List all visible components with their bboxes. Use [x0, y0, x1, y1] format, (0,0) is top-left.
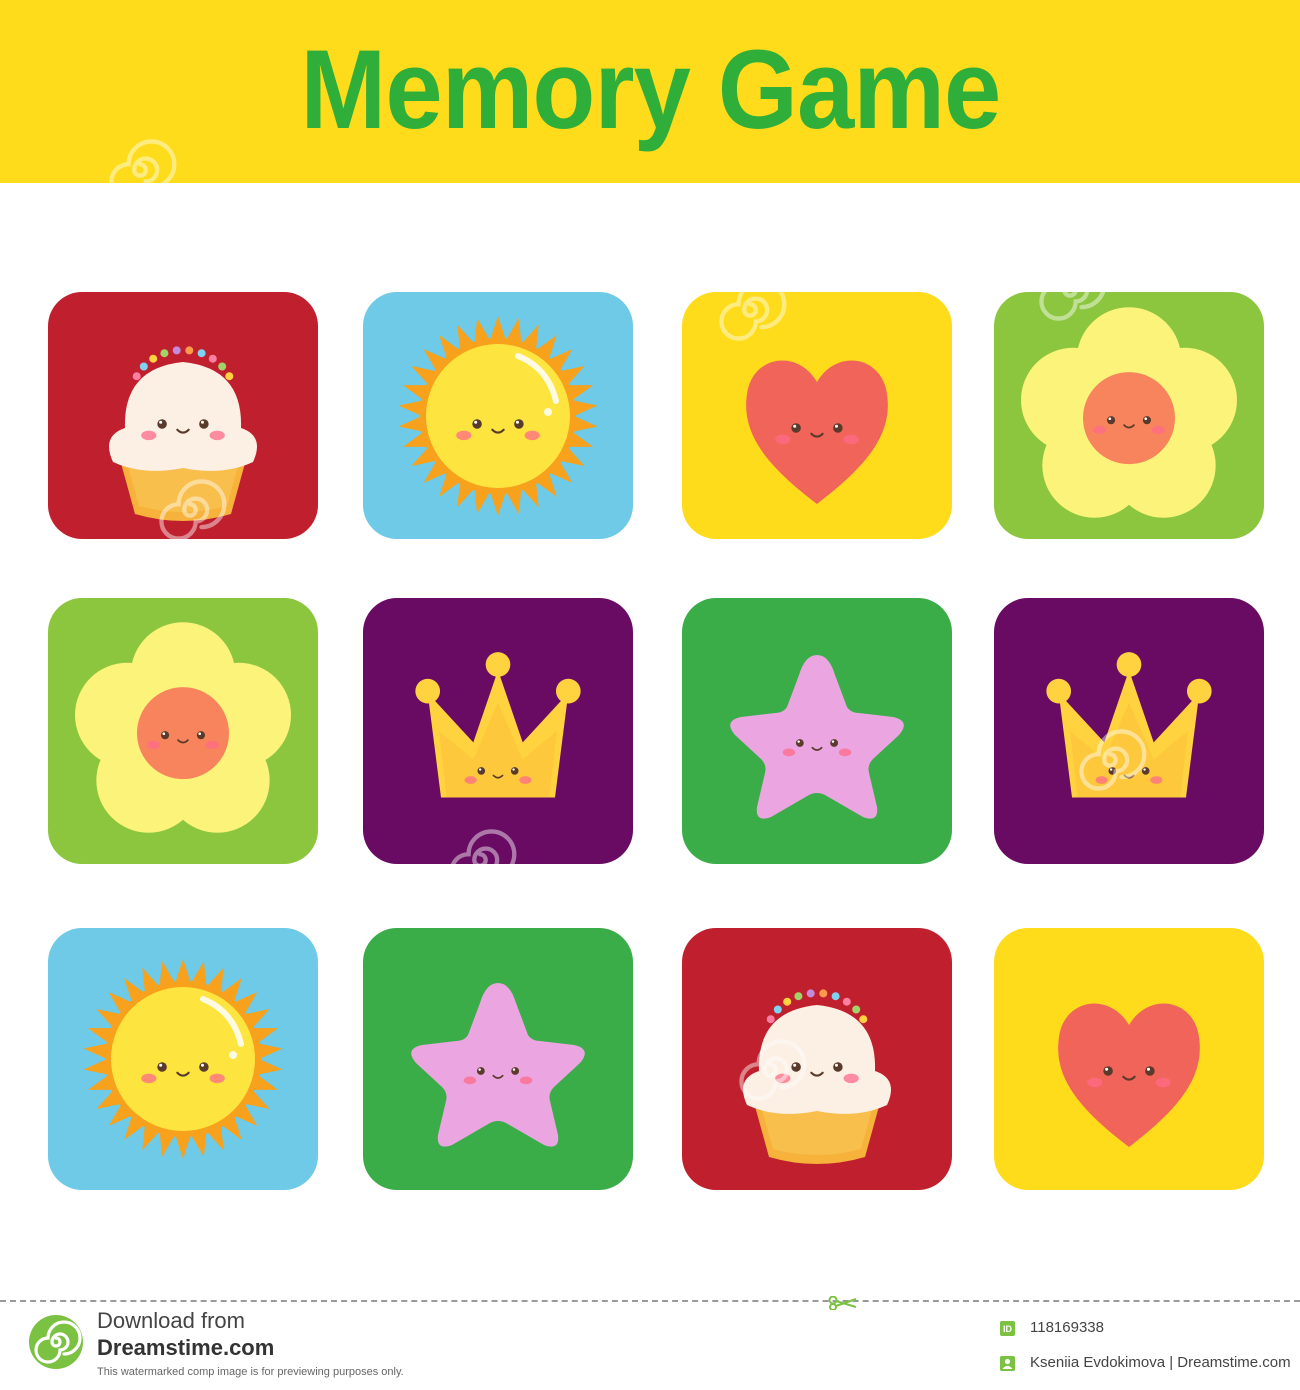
id-badge: ID — [1000, 1321, 1015, 1336]
memory-card-flower[interactable] — [48, 598, 318, 864]
memory-card-star[interactable] — [363, 928, 633, 1190]
flower-icon — [68, 616, 298, 846]
page-title: Memory Game — [299, 26, 1001, 152]
preview-note: This watermarked comp image is for previ… — [97, 1366, 404, 1378]
memory-card-heart[interactable] — [682, 292, 952, 539]
flower-icon — [1014, 301, 1244, 531]
heart-icon — [1019, 949, 1239, 1169]
memory-card-cupcake[interactable] — [48, 292, 318, 539]
title-banner: Memory Game — [0, 0, 1300, 183]
cupcake-icon — [707, 949, 927, 1169]
memory-card-sun[interactable] — [363, 292, 633, 539]
sun-icon — [388, 306, 608, 526]
dreamstime-logo-icon — [29, 1315, 83, 1369]
scissors-icon — [828, 1296, 857, 1310]
author-credit: Kseniia Evdokimova | Dreamstime.com — [1030, 1354, 1291, 1371]
star-icon — [398, 959, 598, 1159]
heart-icon — [707, 306, 927, 526]
site-name[interactable]: Dreamstime.com — [97, 1335, 274, 1361]
crown-icon — [403, 636, 593, 826]
memory-card-flower[interactable] — [994, 292, 1264, 539]
memory-card-heart[interactable] — [994, 928, 1264, 1190]
cupcake-icon — [73, 306, 293, 526]
memory-card-star[interactable] — [682, 598, 952, 864]
memory-card-crown[interactable] — [994, 598, 1264, 864]
memory-card-crown[interactable] — [363, 598, 633, 864]
image-id: 118169338 — [1030, 1319, 1104, 1336]
memory-card-cupcake[interactable] — [682, 928, 952, 1190]
sun-icon — [73, 949, 293, 1169]
footer-divider — [0, 1300, 1300, 1302]
star-icon — [717, 631, 917, 831]
crown-icon — [1034, 636, 1224, 826]
user-icon — [1000, 1356, 1015, 1371]
download-label: Download from — [97, 1308, 245, 1333]
memory-card-sun[interactable] — [48, 928, 318, 1190]
